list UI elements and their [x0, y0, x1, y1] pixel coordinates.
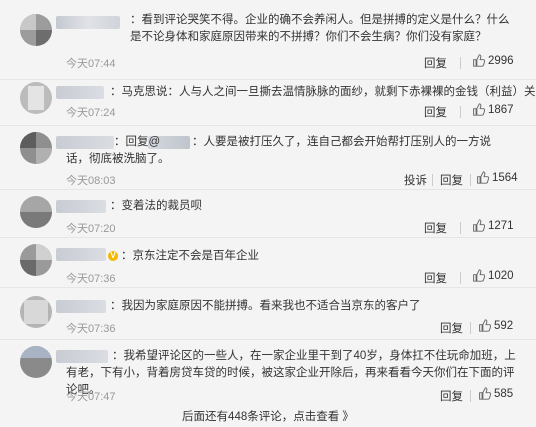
comment-text: ：变着法的裁员呗	[110, 200, 202, 212]
like-button[interactable]: 585	[478, 387, 513, 400]
avatar[interactable]	[20, 296, 52, 328]
avatar[interactable]	[20, 132, 52, 164]
comment-text: ：看到评论哭笑不得。企业的确不会养闲人。但是拼搏的定义是什么？什么是不论身体和家…	[130, 14, 510, 43]
reply-button[interactable]: 回复	[440, 320, 463, 336]
divider	[460, 222, 461, 234]
username-blurred[interactable]	[56, 16, 120, 29]
username-blurred[interactable]	[56, 300, 106, 313]
comment-text: ：我因为家庭原因不能拼搏。看来我也不适合当京东的客户了	[110, 300, 421, 312]
comment-time: 今天07:44	[66, 58, 116, 70]
reply-button[interactable]: 回复	[424, 55, 447, 71]
divider	[460, 272, 461, 284]
comment-text: V ：京东注定不会是百年企业	[108, 248, 514, 265]
comment-time: 今天07:24	[66, 107, 116, 119]
divider	[470, 174, 471, 186]
username-blurred[interactable]	[56, 200, 106, 213]
comment-feed: ：看到评论哭笑不得。企业的确不会养闲人。但是拼搏的定义是什么？什么是不论身体和家…	[0, 0, 536, 427]
comment-item: ：马克思说：人与人之间一旦撕去温情脉脉的面纱，就剩下赤裸裸的金钱（利益）关系。 …	[0, 80, 536, 126]
like-count: 1867	[488, 103, 514, 116]
thumbs-up-icon	[479, 319, 491, 332]
like-count: 1020	[488, 269, 514, 282]
like-button[interactable]: 1867	[472, 103, 514, 116]
reply-button[interactable]: 回复	[424, 104, 447, 120]
comment-text: ：人要是被打压久了，连自己都会开始帮打压别人的一方说话，彻底被洗脑了。	[66, 136, 491, 165]
divider	[460, 57, 461, 69]
divider	[432, 174, 433, 186]
verified-badge-icon: V	[108, 250, 118, 261]
comment-item: ：我因为家庭原因不能拼搏。看来我也不适合当京东的客户了 今天07:36 回复 5…	[0, 288, 536, 340]
like-button[interactable]: 592	[478, 319, 513, 332]
thumbs-up-icon	[473, 103, 485, 116]
reply-button[interactable]: 回复	[440, 388, 463, 404]
username-blurred[interactable]	[56, 248, 106, 261]
thumbs-up-icon	[479, 387, 491, 400]
like-button[interactable]: 1020	[472, 269, 514, 282]
avatar[interactable]	[20, 346, 52, 378]
like-button[interactable]: 2996	[472, 54, 514, 67]
like-count: 2996	[488, 54, 514, 67]
like-count: 592	[494, 319, 514, 332]
like-button[interactable]: 1564	[476, 171, 518, 184]
comment-time: 今天07:36	[66, 273, 116, 285]
avatar[interactable]	[20, 82, 52, 114]
load-more-comments-link[interactable]: 后面还有448条评论，点击查看 》	[0, 408, 536, 427]
thumbs-up-icon	[477, 171, 489, 184]
comment-time: 今天07:36	[66, 323, 116, 335]
avatar[interactable]	[20, 244, 52, 276]
report-button[interactable]: 投诉	[404, 172, 427, 188]
reply-button[interactable]: 回复	[424, 220, 447, 236]
comment-item: ：回复@ ：人要是被打压久了，连自己都会开始帮打压别人的一方说话，彻底被洗脑了。…	[0, 126, 536, 190]
reply-button[interactable]: 回复	[440, 172, 463, 188]
like-button[interactable]: 1271	[472, 219, 514, 232]
like-count: 585	[494, 387, 514, 400]
comment-item: ：我希望评论区的一些人，在一家企业里干到了40岁，身体扛不住玩命加班，上有老，下…	[0, 340, 536, 408]
like-count: 1271	[488, 219, 514, 232]
comment-time: 今天08:03	[66, 175, 116, 187]
like-count: 1564	[492, 171, 518, 184]
thumbs-up-icon	[473, 269, 485, 282]
comment-item: V ：京东注定不会是百年企业 今天07:36 回复 1020	[0, 238, 536, 288]
avatar[interactable]	[20, 14, 52, 46]
comment-time: 今天07:47	[66, 391, 116, 403]
thumbs-up-icon	[473, 54, 485, 67]
comment-item: ：变着法的裁员呗 今天07:20 回复 1271	[0, 190, 536, 238]
comment-item: ：看到评论哭笑不得。企业的确不会养闲人。但是拼搏的定义是什么？什么是不论身体和家…	[0, 0, 536, 80]
thumbs-up-icon	[473, 219, 485, 232]
comment-time: 今天07:20	[66, 223, 116, 235]
divider	[460, 106, 461, 118]
comment-text: ：马克思说：人与人之间一旦撕去温情脉脉的面纱，就剩下赤裸裸的金钱（利益）关系。	[110, 86, 536, 98]
divider	[470, 390, 471, 402]
divider	[470, 322, 471, 334]
username-blurred[interactable]	[56, 86, 104, 99]
reply-button[interactable]: 回复	[424, 270, 447, 286]
avatar[interactable]	[20, 196, 52, 228]
